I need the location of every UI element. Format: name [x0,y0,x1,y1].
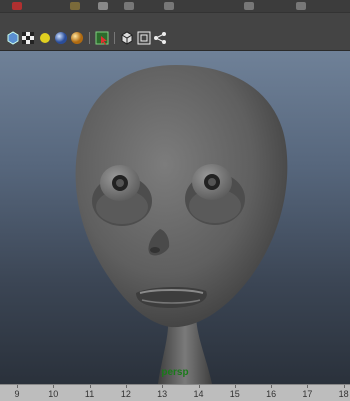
tool-icon[interactable] [244,2,254,10]
tool-icon[interactable] [98,2,108,10]
timeline-tick-mark [17,385,18,388]
timeline-tick-mark [198,385,200,388]
timeline-tick-label: 11 [84,389,95,399]
select-mask-icon[interactable] [95,31,109,45]
wireframe-cube-icon[interactable] [5,31,19,45]
timeline-tick-mark [271,385,273,388]
main-toolbar [0,0,350,27]
timeline-tick-mark [53,385,55,388]
head-model [75,65,288,384]
yellow-light-icon[interactable] [38,31,52,45]
timeline-tick-mark [89,385,91,388]
perspective-viewport[interactable]: persp [0,51,350,384]
graph-icon[interactable] [153,31,167,45]
timeline-tick-mark [234,385,236,388]
tool-icon[interactable] [124,2,134,10]
timeline-tick-mark [307,385,309,388]
frame-icon[interactable] [137,31,151,45]
timeline-tick-label: 12 [120,389,131,399]
shelf-strip [0,0,350,13]
toolbar-separator [114,32,115,44]
timeline-tick-label: 15 [229,389,240,399]
blue-sphere-icon[interactable] [54,31,68,45]
timeline-tick-label: 9 [14,389,20,399]
timeline-tick-mark [125,385,127,388]
timeline-tick-label: 10 [48,389,59,399]
timeline-tick-mark [162,385,164,388]
tool-icon[interactable] [296,2,306,10]
timeline-tick-label: 18 [338,389,349,399]
panel-toolbar [0,26,350,51]
time-slider[interactable]: 9 10 11 12 13 14 15 16 17 18 [0,384,350,401]
red-icon[interactable] [12,2,22,10]
tool-icon[interactable] [164,2,174,10]
tool-icon[interactable] [70,2,80,10]
camera-label: persp [161,367,189,378]
cube-icon[interactable] [120,31,134,45]
checker-icon[interactable] [21,31,35,45]
timeline-tick-label: 17 [302,389,313,399]
timeline-tick-label: 16 [266,389,277,399]
timeline-tick-label: 14 [193,389,204,399]
toolbar-separator [89,32,90,44]
timeline-tick-label: 13 [157,389,168,399]
orange-sphere-icon[interactable] [70,31,84,45]
timeline-tick-mark [343,385,345,388]
